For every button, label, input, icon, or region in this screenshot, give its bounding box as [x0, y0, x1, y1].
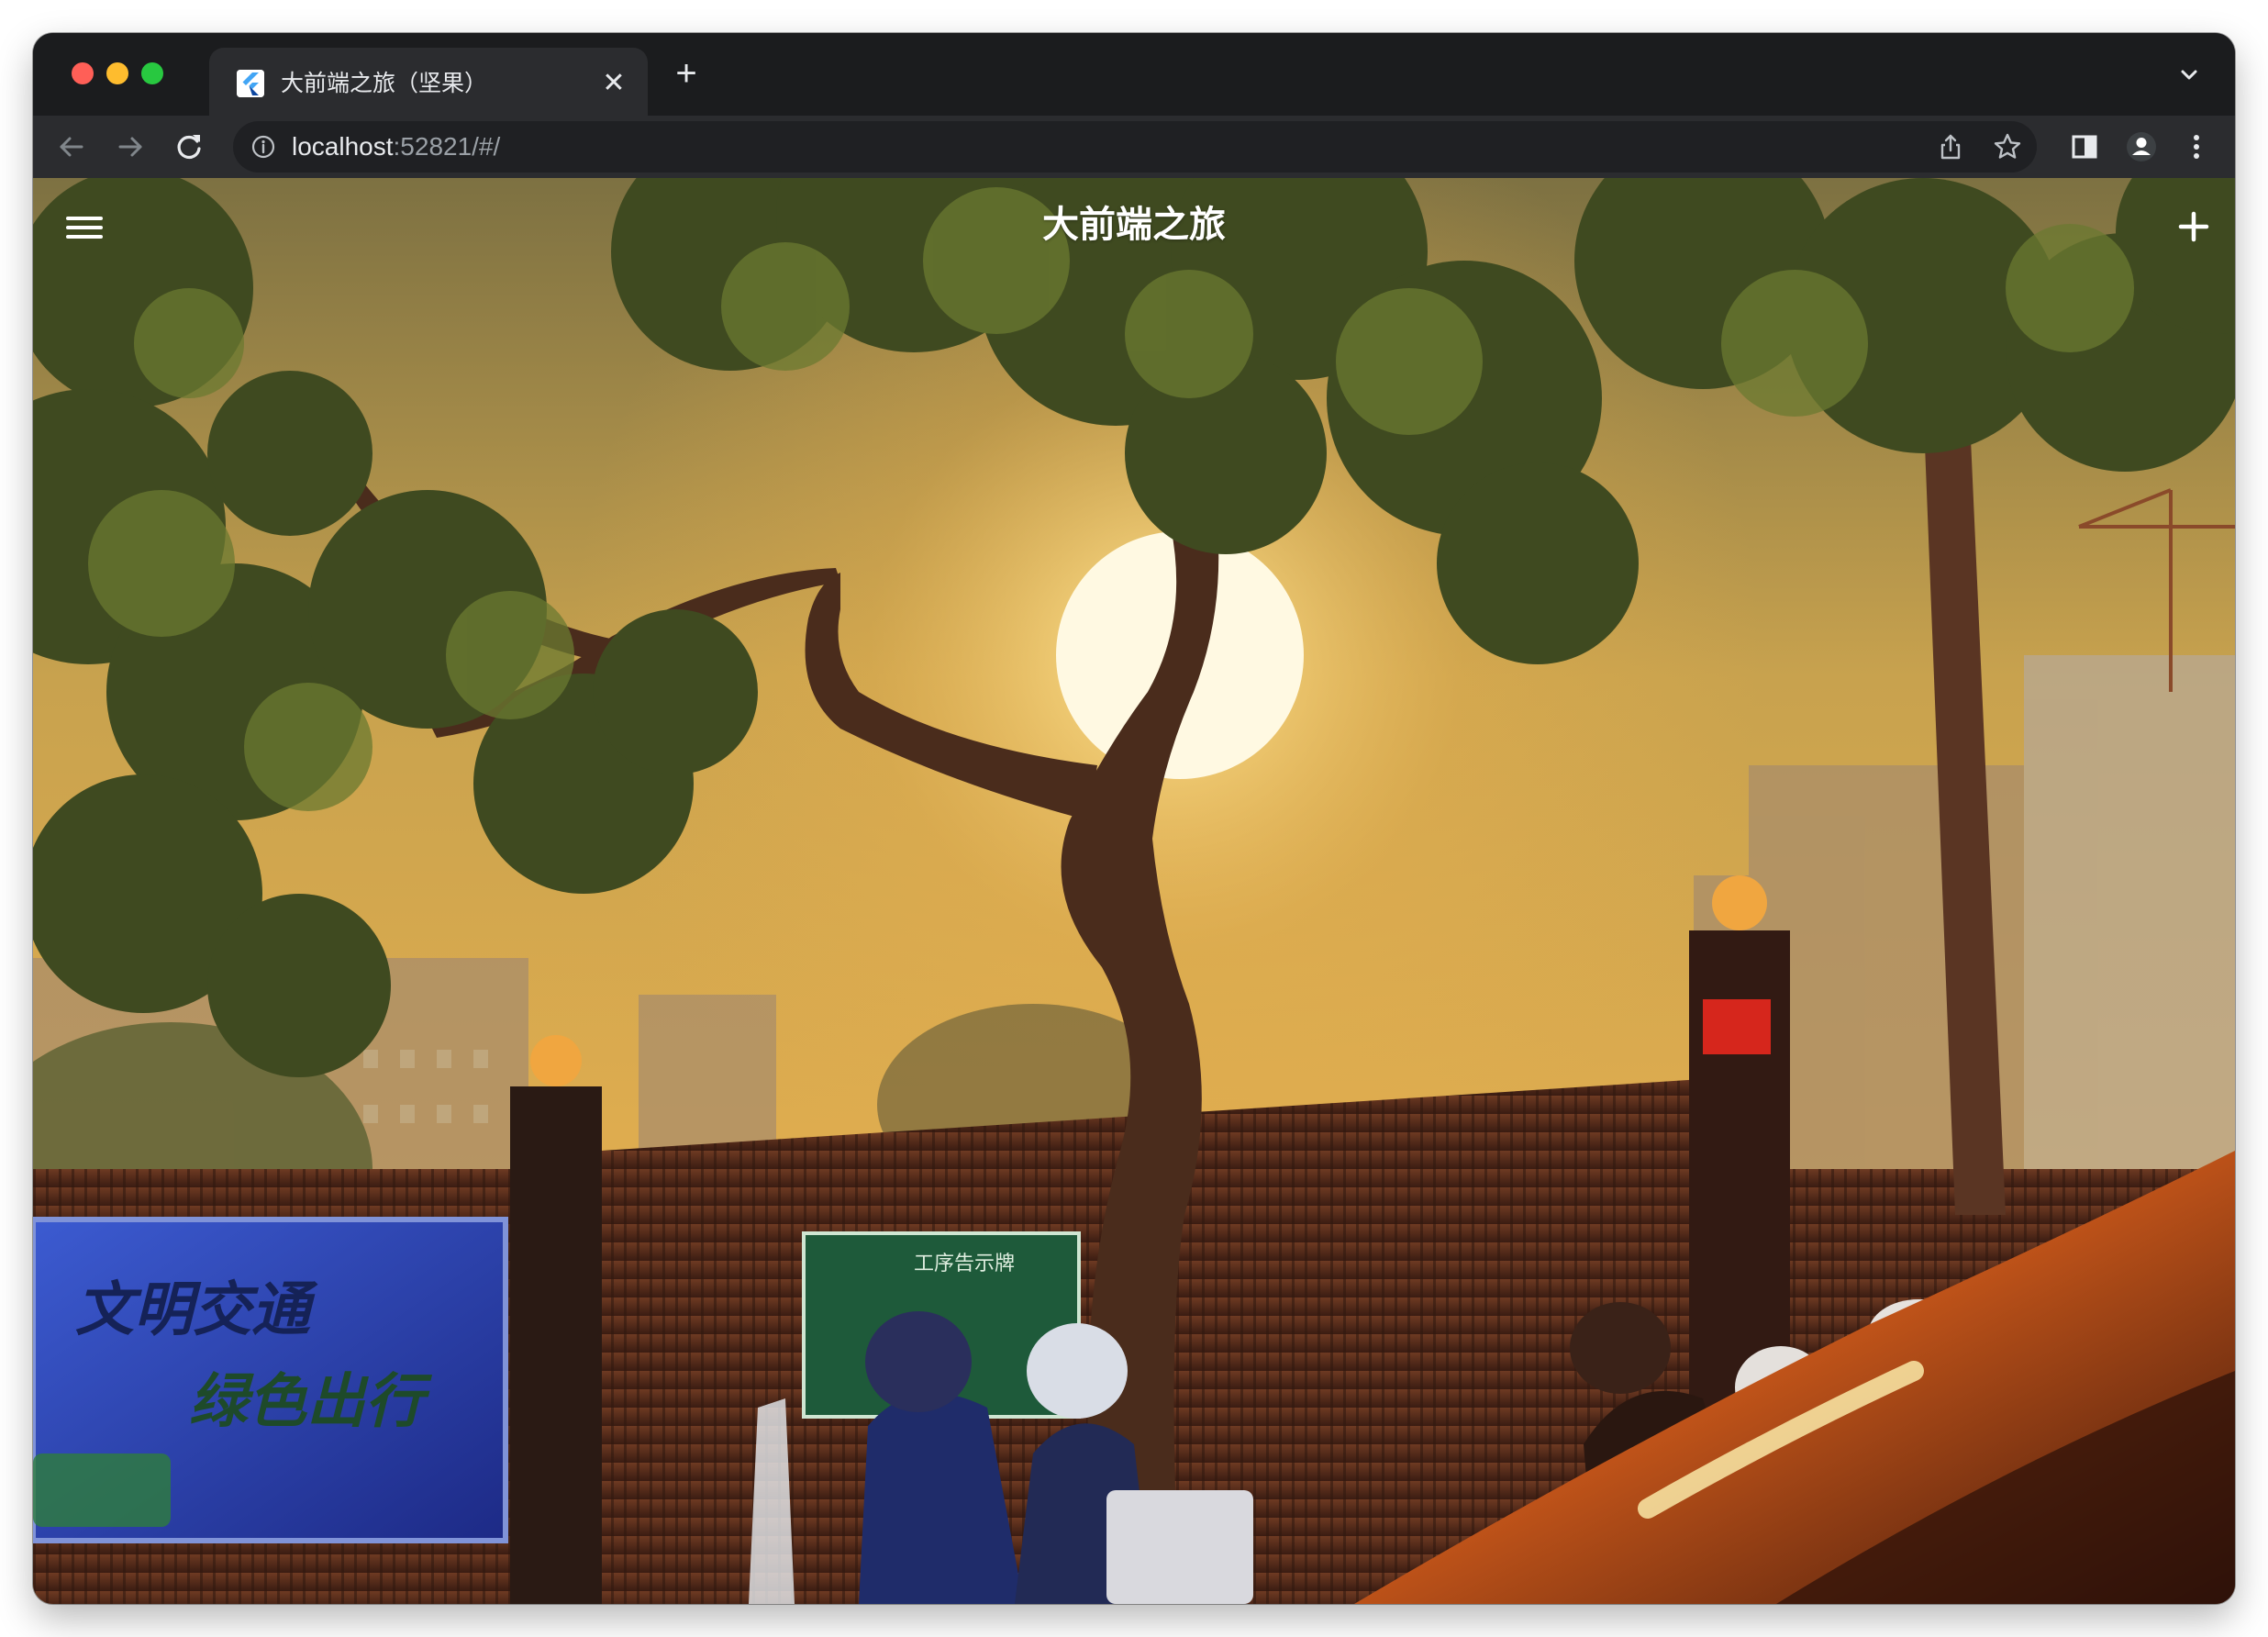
window-close-button[interactable]	[72, 62, 94, 84]
address-bar[interactable]: localhost:52821/#/	[233, 121, 2037, 173]
browser-window: 大前端之旅（坚果） ✕ + localhost:52821/#/ 文明交通 绿色…	[33, 33, 2235, 1604]
plus-icon[interactable]	[2173, 206, 2215, 248]
flutter-icon	[237, 70, 264, 97]
share-icon[interactable]	[1932, 128, 1969, 165]
browser-toolbar: localhost:52821/#/	[33, 116, 2235, 178]
back-arrow-icon[interactable]	[51, 127, 92, 167]
app-bar-title: 大前端之旅	[1042, 205, 1226, 245]
background-photo: 文明交通 绿色出行 工序告示牌	[33, 178, 2235, 1604]
forward-arrow-icon[interactable]	[110, 127, 150, 167]
browser-tab[interactable]: 大前端之旅（坚果） ✕	[209, 48, 648, 116]
url-text[interactable]: localhost:52821/#/	[292, 121, 500, 173]
new-tab-button[interactable]: +	[666, 53, 706, 94]
kebab-menu-icon[interactable]	[2176, 127, 2217, 167]
window-maximize-button[interactable]	[141, 62, 163, 84]
tab-strip: 大前端之旅（坚果） ✕ +	[33, 33, 2235, 116]
window-minimize-button[interactable]	[106, 62, 128, 84]
billboard: 文明交通 绿色出行	[33, 1217, 508, 1543]
url-path: :52821/#/	[393, 132, 501, 161]
page-content: 文明交通 绿色出行 工序告示牌 大前端之旅	[33, 178, 2235, 1604]
chevron-down-icon[interactable]	[2171, 57, 2207, 94]
reload-icon[interactable]	[169, 127, 209, 167]
billboard-line2: 绿色出行	[189, 1368, 433, 1436]
side-panel-icon[interactable]	[2064, 127, 2105, 167]
profile-icon[interactable]	[2121, 127, 2162, 167]
billboard-line1: 文明交通	[75, 1276, 318, 1344]
info-icon[interactable]	[250, 133, 277, 161]
star-icon[interactable]	[1989, 128, 2026, 165]
url-host: localhost	[292, 132, 394, 161]
tab-title: 大前端之旅（坚果）	[281, 71, 488, 96]
tab-close-button[interactable]: ✕	[596, 66, 631, 101]
sign-text: 工序告示牌	[914, 1253, 1015, 1275]
